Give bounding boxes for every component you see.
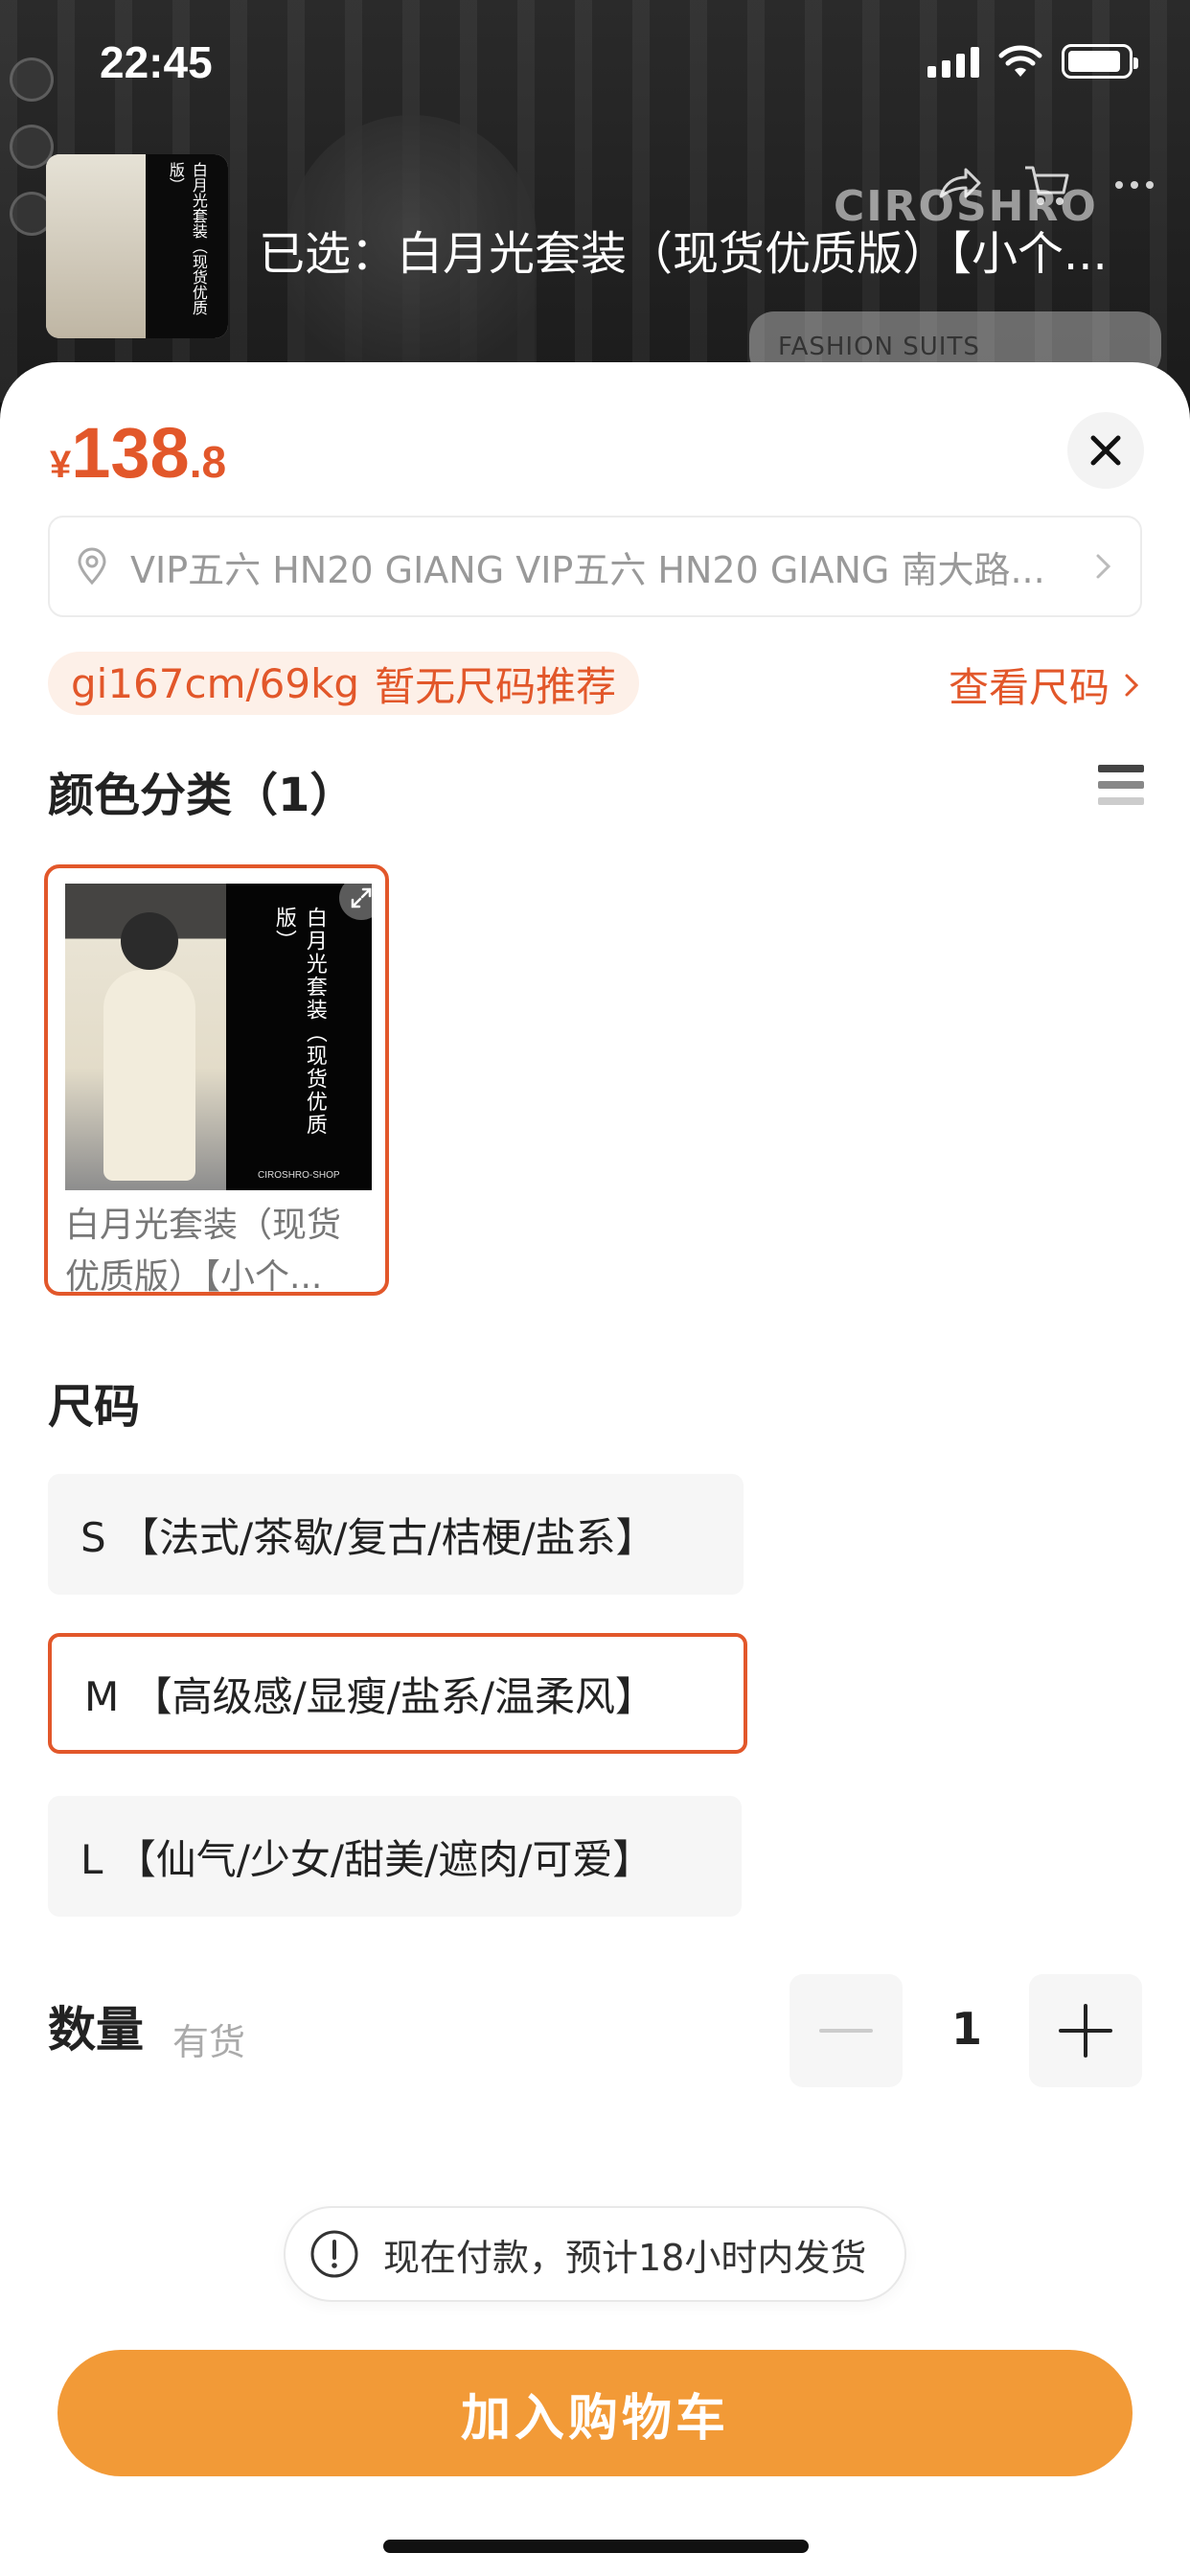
stock-status: 有货 xyxy=(172,2021,246,2063)
shipping-estimate: 现在付款，预计18小时内发货 xyxy=(284,2206,906,2302)
wifi-icon xyxy=(998,45,1042,77)
size-option-l[interactable]: L 【仙气/少女/甜美/遮肉/可爱】 xyxy=(48,1796,742,1917)
chevron-right-icon xyxy=(1125,674,1139,696)
selected-product-thumbnail[interactable]: 白月光套装（现货优质版） xyxy=(46,154,228,338)
price-integer: 138 xyxy=(71,413,190,493)
shipping-address[interactable]: VIP五六 HN20 GIANG VIP五六 HN20 GIANG 南大路... xyxy=(48,516,1142,617)
quantity-decrease-button[interactable] xyxy=(790,1974,903,2087)
size-section-title: 尺码 xyxy=(48,1380,141,1434)
quantity-increase-button[interactable] xyxy=(1029,1974,1142,2087)
list-view-icon[interactable] xyxy=(1098,765,1144,813)
location-pin-icon xyxy=(78,547,106,586)
body-info: gi167cm/69kg xyxy=(71,659,360,707)
cart-icon[interactable] xyxy=(1019,158,1073,212)
price-decimal: .8 xyxy=(189,437,227,487)
color-section-title: 颜色分类（1） xyxy=(48,769,356,822)
close-button[interactable] xyxy=(1067,412,1144,489)
view-size-label: 查看尺码 xyxy=(948,664,1110,711)
share-icon[interactable] xyxy=(931,158,985,212)
plus-icon xyxy=(1059,2004,1112,2058)
quantity-value[interactable]: 1 xyxy=(901,2003,1033,2055)
status-bar: 22:45 xyxy=(0,0,1190,126)
price: ¥138.8 xyxy=(50,412,226,494)
color-option-caption: 白月光套装（现货优质版）【小个... xyxy=(65,1206,342,1297)
poster-text: 白月光套装（现货优质版） xyxy=(271,907,327,1137)
chevron-right-icon xyxy=(1096,554,1111,579)
status-time: 22:45 xyxy=(100,37,213,87)
poster-shop-text: CIROSHRO-SHOP xyxy=(258,1170,340,1181)
battery-icon xyxy=(1062,44,1138,79)
selected-product-header: 白月光套装（现货优质版） 已选：白月光套装（现货优质版）【小个... xyxy=(0,149,1190,340)
add-to-cart-button[interactable]: 加入购物车 xyxy=(57,2350,1133,2476)
color-option-image: 白月光套装（现货优质版） CIROSHRO-SHOP xyxy=(65,884,372,1190)
sku-selection-sheet: ¥138.8 VIP五六 HN20 GIANG VIP五六 HN20 GIANG… xyxy=(0,362,1190,2576)
header-actions xyxy=(931,158,1161,212)
more-icon[interactable] xyxy=(1108,158,1161,212)
minus-icon xyxy=(819,2029,873,2033)
color-option[interactable]: 白月光套装（现货优质版） CIROSHRO-SHOP 白月光套装（现货优质版）【… xyxy=(44,864,389,1297)
close-icon xyxy=(1090,435,1121,466)
size-recommendation-note: 暂无尺码推荐 xyxy=(375,662,617,710)
info-icon xyxy=(310,2230,358,2278)
size-option-s[interactable]: S 【法式/茶歇/复古/桔梗/盐系】 xyxy=(48,1474,744,1595)
view-size-chart-link[interactable]: 查看尺码 xyxy=(949,656,1144,714)
status-icons xyxy=(927,44,1138,79)
address-text: VIP五六 HN20 GIANG VIP五六 HN20 GIANG 南大路... xyxy=(130,548,1045,591)
size-recommendation-badge: gi167cm/69kg 暂无尺码推荐 xyxy=(48,652,640,715)
quantity-label: 数量 xyxy=(48,2002,144,2058)
shipping-estimate-text: 现在付款，预计18小时内发货 xyxy=(383,2236,867,2279)
cellular-signal-icon xyxy=(927,45,979,78)
home-indicator[interactable] xyxy=(383,2540,809,2553)
selected-product-text: 已选：白月光套装（现货优质版）【小个... xyxy=(259,227,1108,281)
size-option-m[interactable]: M 【高级感/显瘦/盐系/温柔风】 xyxy=(48,1633,747,1754)
price-currency: ¥ xyxy=(50,444,72,486)
